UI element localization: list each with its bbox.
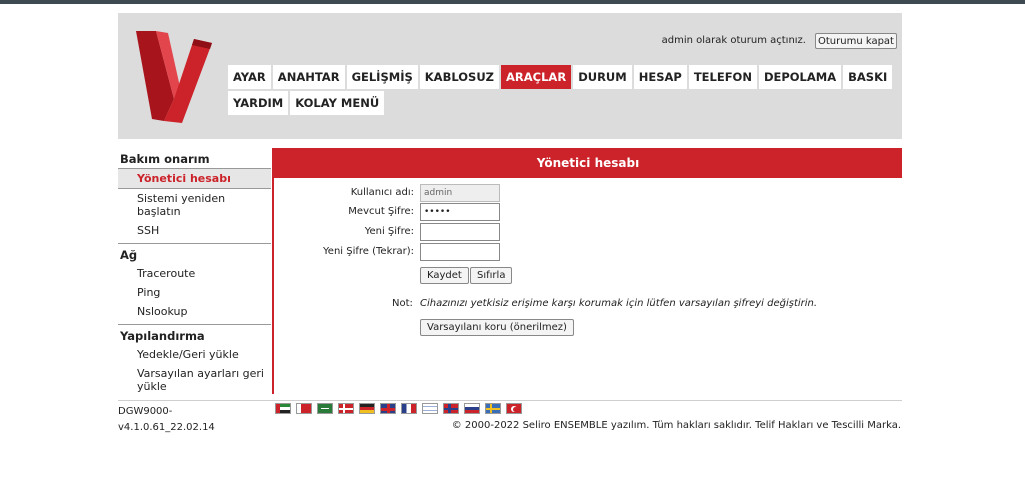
- gb-flag-icon[interactable]: [380, 403, 396, 414]
- model-name: DGW9000-: [118, 406, 173, 417]
- firmware-version: v4.1.0.61_22.02.14: [118, 422, 215, 433]
- sidebar-item-restart[interactable]: Sistemi yeniden başlatın: [118, 189, 271, 221]
- new-password-label: Yeni Şifre:: [364, 226, 414, 237]
- nav-item-kolay-menu[interactable]: KOLAY MENÜ: [290, 91, 385, 115]
- page-title: Yönetici hesabı: [274, 148, 902, 178]
- dk-flag-icon[interactable]: [338, 403, 354, 414]
- nav-item-yardim[interactable]: YARDIM: [228, 91, 289, 115]
- no-flag-icon[interactable]: [443, 403, 459, 414]
- sidebar-section-configuration: Yapılandırma: [120, 329, 205, 343]
- new-password-repeat-label: Yeni Şifre (Tekrar):: [323, 246, 414, 257]
- sidebar: Bakım onarım Yönetici hesabı Sistemi yen…: [118, 148, 271, 396]
- current-password-label: Mevcut Şifre:: [348, 206, 414, 217]
- sidebar-item-ssh[interactable]: SSH: [118, 221, 271, 240]
- sidebar-item-nslookup[interactable]: Nslookup: [118, 302, 271, 321]
- sidebar-item-backup-restore[interactable]: Yedekle/Geri yükle: [118, 345, 271, 364]
- nav-item-depolama[interactable]: DEPOLAMA: [758, 65, 842, 89]
- se-flag-icon[interactable]: [485, 403, 501, 414]
- fr-flag-icon[interactable]: [401, 403, 417, 414]
- sa-flag-icon[interactable]: [317, 403, 333, 414]
- main-nav: AYAR ANAHTAR GELİŞMİŞ KABLOSUZ ARAÇLAR D…: [228, 65, 894, 117]
- reset-button[interactable]: Sıfırla: [470, 267, 513, 284]
- nav-item-telefon[interactable]: TELEFON: [688, 65, 757, 89]
- ae-flag-icon[interactable]: [275, 403, 291, 414]
- new-password-repeat-field[interactable]: [420, 243, 500, 261]
- nav-item-ayar[interactable]: AYAR: [228, 65, 271, 89]
- bh-flag-icon[interactable]: [296, 403, 312, 414]
- sidebar-item-ping[interactable]: Ping: [118, 283, 271, 302]
- nav-item-durum[interactable]: DURUM: [573, 65, 632, 89]
- logout-button[interactable]: Oturumu kapat: [815, 33, 897, 49]
- nav-item-baski[interactable]: BASKI: [843, 65, 893, 89]
- new-password-row: Yeni Şifre:: [274, 223, 902, 241]
- nav-item-anahtar[interactable]: ANAHTAR: [272, 65, 345, 89]
- sidebar-item-admin-account[interactable]: Yönetici hesabı: [118, 169, 271, 189]
- brand-logo-icon: [136, 31, 212, 123]
- sidebar-item-traceroute[interactable]: Traceroute: [118, 264, 271, 283]
- username-row: Kullanıcı adı:: [274, 184, 902, 202]
- new-password-repeat-row: Yeni Şifre (Tekrar):: [274, 243, 902, 261]
- footer-divider: [118, 400, 902, 401]
- username-label: Kullanıcı adı:: [350, 187, 414, 198]
- nav-row-2: YARDIM KOLAY MENÜ: [228, 91, 894, 115]
- top-bar: [0, 0, 1025, 4]
- login-status: admin olarak oturum açtınız.: [661, 35, 806, 46]
- nav-item-araclar[interactable]: ARAÇLAR: [501, 65, 572, 89]
- sidebar-section-network: Ağ: [120, 248, 138, 262]
- save-button[interactable]: Kaydet: [420, 267, 469, 284]
- de-flag-icon[interactable]: [359, 403, 375, 414]
- sidebar-section-maintenance: Bakım onarım: [118, 148, 271, 169]
- current-password-field[interactable]: [420, 203, 500, 221]
- note-text: Cihazınızı yetkisiz erişime karşı koruma…: [420, 298, 818, 309]
- il-flag-icon[interactable]: [422, 403, 438, 414]
- sidebar-item-factory-reset[interactable]: Varsayılan ayarları geri yükle: [118, 364, 271, 396]
- current-password-row: Mevcut Şifre:: [274, 203, 902, 221]
- nav-item-gelismis[interactable]: GELİŞMİŞ: [346, 65, 418, 89]
- nav-item-hesap[interactable]: HESAP: [633, 65, 687, 89]
- username-field: [420, 184, 500, 202]
- copyright: © 2000-2022 Seliro ENSEMBLE yazılım. Tüm…: [451, 420, 901, 431]
- language-flags: [275, 403, 527, 414]
- nav-item-kablosuz[interactable]: KABLOSUZ: [419, 65, 499, 89]
- header: admin olarak oturum açtınız. Oturumu kap…: [118, 13, 902, 139]
- new-password-field[interactable]: [420, 223, 500, 241]
- ru-flag-icon[interactable]: [464, 403, 480, 414]
- tr-flag-icon[interactable]: [506, 403, 522, 414]
- keep-default-button[interactable]: Varsayılanı koru (önerilmez): [420, 319, 574, 336]
- nav-row-1: AYAR ANAHTAR GELİŞMİŞ KABLOSUZ ARAÇLAR D…: [228, 65, 894, 89]
- note-label: Not:: [392, 298, 413, 309]
- firmware-info: DGW9000- v4.1.0.61_22.02.14: [118, 404, 215, 436]
